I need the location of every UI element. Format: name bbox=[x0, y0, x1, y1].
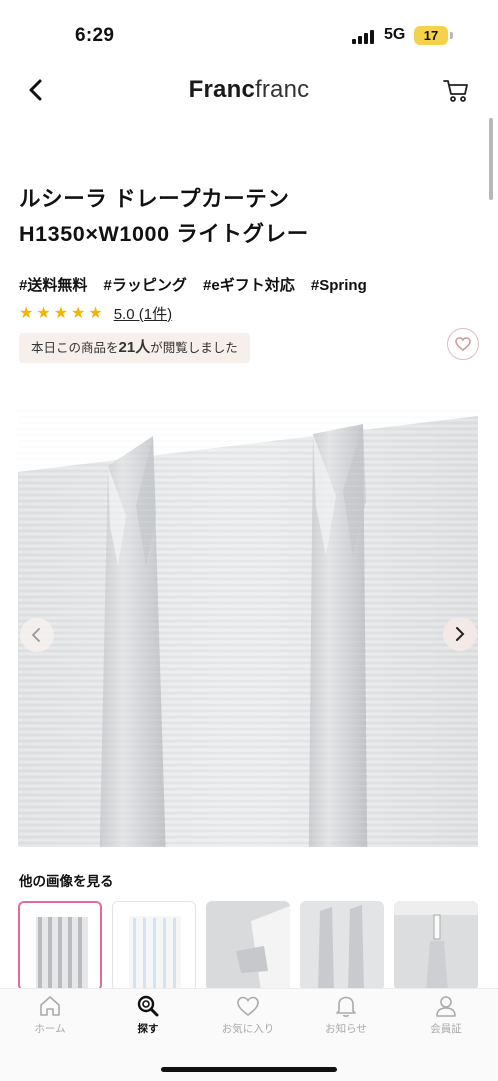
viewed-suffix: が閲覧しました bbox=[150, 341, 238, 355]
brand-logo-light: franc bbox=[255, 76, 310, 103]
member-icon bbox=[436, 996, 456, 1017]
thumbnail-2[interactable] bbox=[112, 901, 196, 989]
more-images-label: 他の画像を見る bbox=[19, 874, 114, 889]
tab-member-card[interactable]: 会員証 bbox=[406, 993, 486, 1036]
thumbnail-1[interactable] bbox=[18, 901, 102, 989]
tab-favorites[interactable]: お気に入り bbox=[208, 993, 288, 1036]
thumbnail-4[interactable] bbox=[300, 901, 384, 989]
viewed-prefix: 本日この商品を bbox=[31, 341, 119, 355]
product-title: ルシーラ ドレープカーテン H1350×W1000 ライトグレー bbox=[19, 182, 459, 252]
product-title-line2: H1350×W1000 ライトグレー bbox=[19, 222, 309, 246]
thumbnail-3[interactable] bbox=[206, 901, 290, 989]
brand-logo-bold: Franc bbox=[188, 76, 255, 103]
brand-logo[interactable]: Francfranc bbox=[0, 76, 498, 104]
thumbnail-5[interactable] bbox=[394, 901, 478, 989]
heart-icon bbox=[455, 337, 471, 351]
status-bar: 6:29 5G 17 bbox=[0, 0, 498, 70]
prev-image-button[interactable] bbox=[20, 618, 54, 652]
scrollbar[interactable] bbox=[489, 118, 493, 200]
tab-member-card-label: 会員証 bbox=[430, 1023, 462, 1035]
viewed-count: 21人 bbox=[118, 339, 151, 356]
tab-home[interactable]: ホーム bbox=[10, 993, 90, 1036]
home-indicator[interactable] bbox=[161, 1067, 337, 1072]
clock: 6:29 bbox=[75, 25, 115, 46]
battery-tip bbox=[450, 32, 453, 39]
tab-notifications-label: お知らせ bbox=[325, 1023, 367, 1035]
home-icon bbox=[40, 996, 60, 1016]
tab-search-label: 探す bbox=[137, 1023, 159, 1035]
cart-button[interactable] bbox=[440, 74, 472, 106]
viewed-count-badge: 本日この商品を21人が閲覧しました bbox=[19, 333, 250, 363]
signal-icon bbox=[352, 30, 378, 44]
tag-wrapping[interactable]: #ラッピング bbox=[104, 277, 187, 294]
chevron-right-icon bbox=[456, 627, 465, 641]
search-icon bbox=[137, 995, 159, 1017]
tag-list: #送料無料 #ラッピング #eギフト対応 #Spring bbox=[19, 274, 379, 295]
app-header: Francfranc bbox=[0, 66, 498, 114]
tab-notifications[interactable]: お知らせ bbox=[306, 993, 386, 1036]
thumbnail-strip bbox=[18, 901, 498, 989]
battery-icon: 17 bbox=[414, 26, 448, 45]
cart-icon bbox=[443, 80, 468, 102]
tag-egift[interactable]: #eギフト対応 bbox=[203, 277, 295, 294]
product-image[interactable] bbox=[18, 406, 478, 847]
star-rating-icon: ★★★★★ bbox=[19, 305, 106, 322]
tag-spring[interactable]: #Spring bbox=[311, 277, 367, 294]
bell-icon bbox=[336, 996, 356, 1017]
tab-favorites-label: お気に入り bbox=[221, 1023, 275, 1035]
tag-free-shipping[interactable]: #送料無料 bbox=[19, 277, 87, 294]
product-title-line1: ルシーラ ドレープカーテン bbox=[19, 187, 290, 211]
heart-icon bbox=[237, 996, 259, 1017]
tab-home-label: ホーム bbox=[34, 1023, 66, 1035]
favorite-button[interactable] bbox=[447, 328, 479, 360]
chevron-left-icon bbox=[31, 628, 40, 642]
next-image-button[interactable] bbox=[443, 617, 477, 651]
review-link[interactable]: 5.0 (1件) bbox=[114, 303, 172, 324]
network-label: 5G bbox=[384, 26, 406, 43]
tab-search[interactable]: 探す bbox=[108, 993, 188, 1036]
rating: ★★★★★ 5.0 (1件) bbox=[19, 302, 172, 324]
